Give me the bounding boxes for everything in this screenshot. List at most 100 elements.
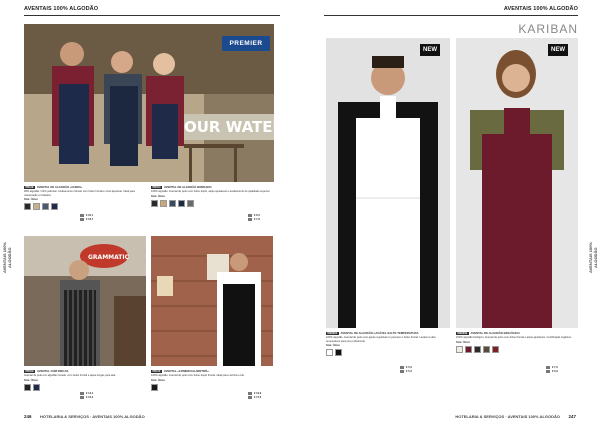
product-size-label: Size: Único xyxy=(151,379,165,383)
color-swatches xyxy=(24,203,146,211)
product-size-label: Size: Único xyxy=(326,344,340,348)
price-1: € 20,1 xyxy=(86,214,94,218)
price-2: € 18,7 xyxy=(86,218,94,222)
photo-striped-apron: GRAMMATIC xyxy=(24,236,146,366)
product-title: AVENTAL DE ALGODÃO «CHINO» xyxy=(36,185,83,189)
product-title: AVENTAL «COMERCIAL/BISTRÔ» xyxy=(163,369,209,373)
color-swatch xyxy=(465,345,472,353)
product-code: PR109 xyxy=(24,370,35,374)
product-title: AVENTAL DE ALGODÃO BIOLÓGICO xyxy=(470,331,520,335)
product-code: KB8003 xyxy=(326,332,339,336)
right-header-rule xyxy=(324,15,578,16)
product-description: 90% algodão / 10% poliéster. Acabamento … xyxy=(24,190,135,197)
photo-burgundy-apron xyxy=(456,38,578,328)
right-page-number: 247 xyxy=(568,414,576,419)
price-2: € 5,3 xyxy=(406,370,412,374)
price-2: € 6,9 xyxy=(552,370,558,374)
color-swatches xyxy=(24,383,146,391)
product-block-pr110: PR110 AVENTAL «COMERCIAL/BISTRÔ» 100% alg… xyxy=(151,369,273,391)
product-code: PR110 xyxy=(151,370,162,374)
color-swatch xyxy=(151,383,158,391)
color-swatch xyxy=(24,383,31,391)
color-swatch xyxy=(492,345,499,353)
color-swatch xyxy=(42,203,49,211)
product-prices: € 20,1 € 18,7 xyxy=(80,214,93,222)
quantity-icon xyxy=(248,392,252,395)
color-swatch xyxy=(169,199,176,207)
color-swatch xyxy=(33,383,40,391)
kariban-brand: KARIBAN xyxy=(518,22,578,36)
photo-white-apron xyxy=(326,38,450,328)
color-swatches xyxy=(326,349,450,357)
quantity-icon xyxy=(248,218,252,222)
quantity-icon xyxy=(80,396,84,400)
right-footer: HOTELARIA & SERVIÇOS · AVENTAIS 100% ALG… xyxy=(455,414,560,419)
left-header: AVENTAIS 100% ALGODÃO xyxy=(24,6,99,12)
quantity-icon xyxy=(546,370,550,374)
product-title: AVENTAL DE ALGODÃO LAVÁVEL SALTO TEMPERA… xyxy=(340,331,419,335)
color-swatch xyxy=(151,199,158,207)
svg-text:OUR WATER SAL: OUR WATER SAL xyxy=(184,118,274,136)
product-size-label: Size: Único xyxy=(151,195,165,199)
product-prices: € 13,4 € 12,2 xyxy=(80,392,93,400)
color-swatches xyxy=(151,383,273,391)
price-1: € 8,3 xyxy=(254,214,260,218)
product-title: AVENTAL DE ALGODÃO BORDADO xyxy=(163,185,212,189)
color-swatch xyxy=(33,203,40,211)
left-page-number: 246 xyxy=(24,414,32,419)
color-swatch xyxy=(187,199,194,207)
product-prices: € 7,6 € 6,9 xyxy=(546,366,558,374)
product-prices: € 19,9 € 17,6 xyxy=(248,392,261,400)
new-badge: NEW xyxy=(420,44,440,56)
quantity-icon xyxy=(80,218,84,222)
product-description: 100% algodão. Avental de peito com bolso… xyxy=(151,190,271,194)
color-swatch xyxy=(335,349,342,357)
price-2: € 17,6 xyxy=(254,396,262,400)
quantity-icon xyxy=(80,392,84,395)
product-block-pr154: PR154 AVENTAL DE ALGODÃO BORDADO 100% alg… xyxy=(151,185,273,207)
product-code: KB8009 xyxy=(456,332,469,336)
color-swatch xyxy=(474,345,481,353)
quantity-icon xyxy=(80,214,84,217)
price-2: € 12,2 xyxy=(86,396,94,400)
color-swatch xyxy=(178,199,185,207)
quantity-icon xyxy=(248,396,252,400)
photo-bistro-apron xyxy=(151,236,273,366)
color-swatch xyxy=(51,203,58,211)
quantity-icon xyxy=(400,366,404,369)
color-swatch xyxy=(456,345,463,353)
color-swatches xyxy=(456,345,578,353)
product-description: 100% algodão biológico. Avental de peito… xyxy=(456,336,572,340)
product-block-kb8009: KB8009 AVENTAL DE ALGODÃO BIOLÓGICO 100% … xyxy=(456,331,578,353)
new-badge: NEW xyxy=(548,44,568,56)
product-size-label: Size: Único xyxy=(456,341,470,345)
product-block-pr109: PR109 AVENTAL COM RISCAS Avental de peito… xyxy=(24,369,146,391)
color-swatch xyxy=(326,349,333,357)
product-prices: € 5,9 € 5,3 xyxy=(400,366,412,374)
price-1: € 7,6 xyxy=(552,366,558,370)
product-size-label: Size: Único xyxy=(24,198,38,202)
quantity-icon xyxy=(546,366,550,369)
left-header-rule xyxy=(24,15,280,16)
price-1: € 13,4 xyxy=(86,392,94,396)
product-code: PR119 xyxy=(24,186,35,190)
product-block-kb8003: KB8003 AVENTAL DE ALGODÃO LAVÁVEL SALTO T… xyxy=(326,331,450,357)
product-title: AVENTAL COM RISCAS xyxy=(36,369,69,373)
svg-text:GRAMMATIC: GRAMMATIC xyxy=(88,254,130,261)
quantity-icon xyxy=(248,214,252,217)
color-swatch xyxy=(160,199,167,207)
left-side-tab: AVENTAIS 100% ALGODÃO xyxy=(2,242,12,274)
left-page: AVENTAIS 100% ALGODÃO AVENTAIS 100% ALGO… xyxy=(0,0,300,424)
product-block-pr119: PR119 AVENTAL DE ALGODÃO «CHINO» 90% algo… xyxy=(24,185,146,211)
product-code: PR154 xyxy=(151,186,162,190)
price-1: € 19,9 xyxy=(254,392,262,396)
product-description: 100% algodão. Avental de peito com ajust… xyxy=(326,336,436,343)
color-swatches xyxy=(151,199,273,207)
color-swatch xyxy=(24,203,31,211)
premier-brand-badge: PREMIER xyxy=(222,36,270,51)
product-description: Avental de peito em algodão riscado, com… xyxy=(24,374,117,378)
product-description: 100% algodão. Avental de peito com bolso… xyxy=(151,374,245,378)
price-1: € 5,9 xyxy=(406,366,412,370)
right-header: AVENTAIS 100% ALGODÃO xyxy=(503,6,578,12)
price-2: € 7,8 xyxy=(254,218,260,222)
